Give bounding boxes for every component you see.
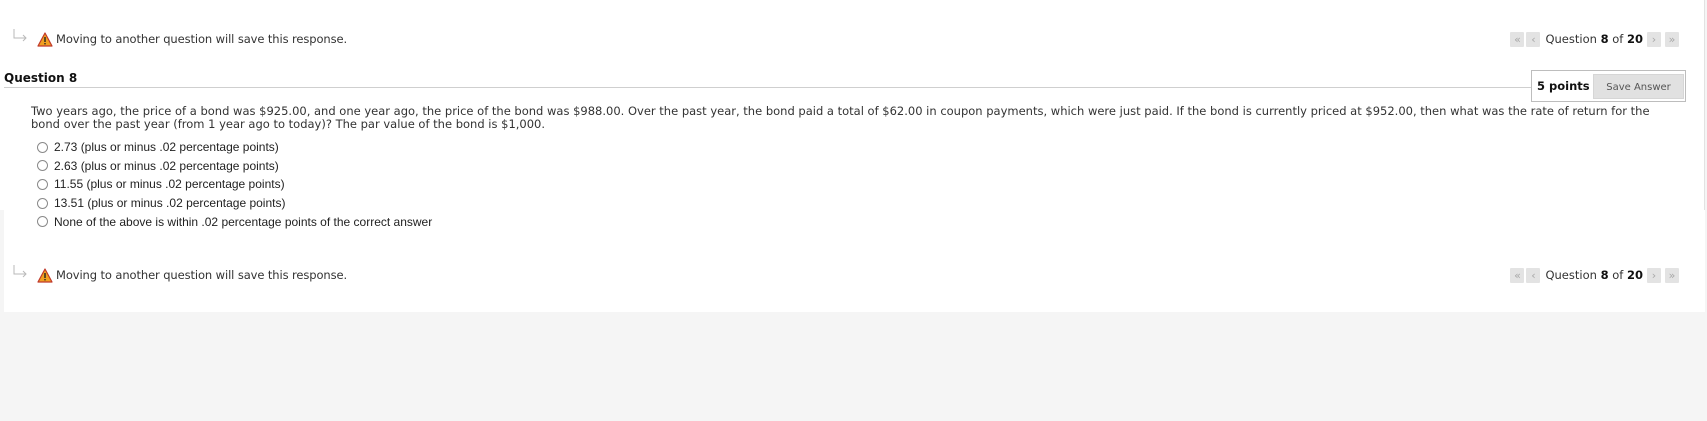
answer-option[interactable]: 11.55 (plus or minus .02 percentage poin… [37,175,432,194]
double-chevron-left-icon[interactable]: « [1510,31,1525,47]
option-label: 11.55 (plus or minus .02 percentage poin… [54,177,285,192]
option-label: None of the above is within .02 percenta… [54,214,433,229]
answer-option[interactable]: 13.51 (plus or minus .02 percentage poin… [37,194,432,213]
radio-button[interactable] [37,141,48,153]
title-divider [4,87,1532,88]
save-notice-text: Moving to another question will save thi… [56,268,348,282]
option-label: 2.73 (plus or minus .02 percentage point… [54,140,279,155]
radio-button[interactable] [37,216,48,228]
top-question-pager: « ‹ Question 8 of 20 › » [1510,30,1679,48]
bottom-question-pager: « ‹ Question 8 of 20 › » [1510,266,1679,284]
chevron-right-icon[interactable]: › [1647,31,1661,47]
radio-button[interactable] [37,160,48,172]
warning-triangle-icon [37,31,53,47]
question-text: Two years ago, the price of a bond was $… [31,104,1650,131]
question-title: Question 8 [4,71,78,85]
answer-option[interactable]: None of the above is within .02 percenta… [37,212,432,231]
top-save-notice: Moving to another question will save thi… [11,28,347,50]
save-answer-button[interactable]: Save Answer [1593,73,1684,99]
radio-button[interactable] [37,197,48,209]
question-counter: Question 8 of 20 [1545,268,1643,282]
chevron-left-icon[interactable]: ‹ [1526,31,1541,47]
save-notice-text: Moving to another question will save thi… [56,32,348,46]
double-chevron-right-icon[interactable]: » [1665,267,1679,283]
return-arrow-icon [11,28,33,50]
answer-option[interactable]: 2.73 (plus or minus .02 percentage point… [37,138,432,157]
option-label: 13.51 (plus or minus .02 percentage poin… [54,196,286,211]
option-label: 2.63 (plus or minus .02 percentage point… [54,158,279,173]
chevron-left-icon[interactable]: ‹ [1526,267,1541,283]
return-arrow-icon [11,264,33,286]
question-counter: Question 8 of 20 [1545,32,1643,46]
panel-gap [0,210,4,312]
double-chevron-left-icon[interactable]: « [1510,267,1525,283]
warning-triangle-icon [37,267,53,283]
double-chevron-right-icon[interactable]: » [1665,31,1679,47]
points-label: 5 points [1537,79,1590,93]
panel-border [1704,0,1705,210]
answer-options: 2.73 (plus or minus .02 percentage point… [37,138,432,231]
points-box: 5 points Save Answer [1531,70,1686,102]
answer-option[interactable]: 2.63 (plus or minus .02 percentage point… [37,157,432,176]
radio-button[interactable] [37,178,48,190]
bottom-save-notice: Moving to another question will save thi… [11,264,347,286]
chevron-right-icon[interactable]: › [1647,267,1661,283]
